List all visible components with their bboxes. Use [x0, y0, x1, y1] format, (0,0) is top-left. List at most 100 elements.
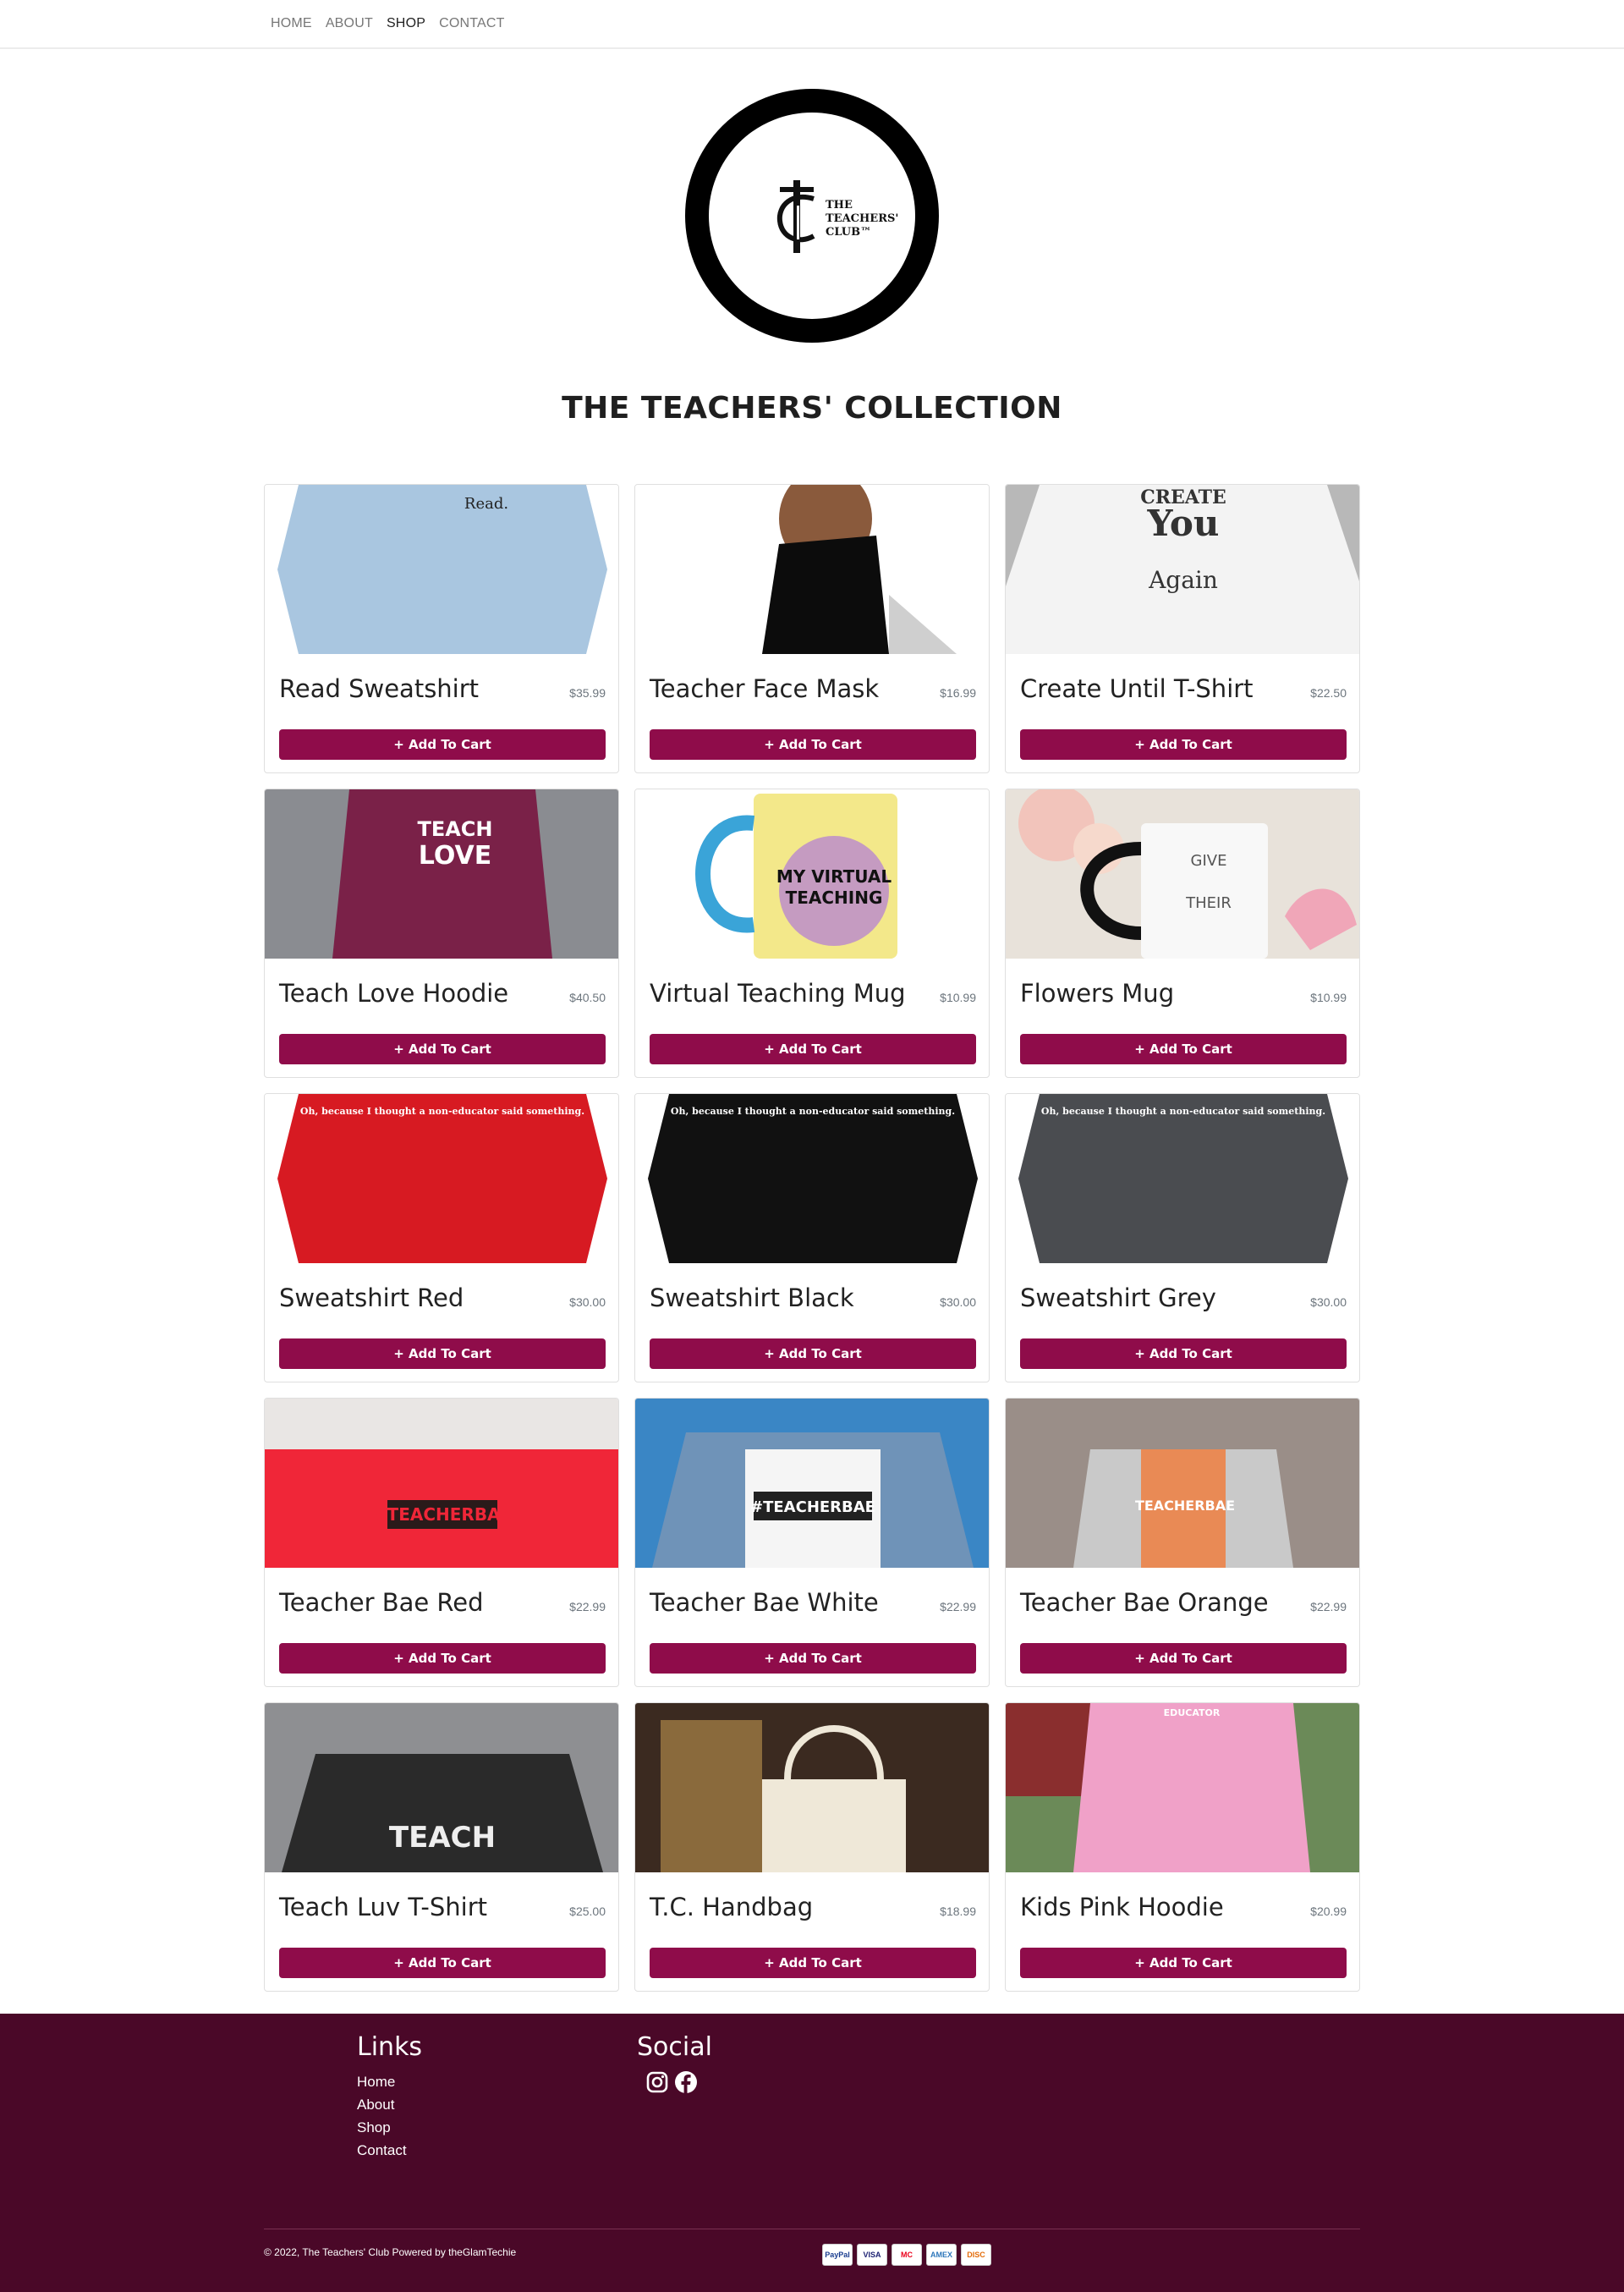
product-card: TEACH Teach Luv T-Shirt $25.00 + Add To Car…	[264, 1702, 619, 1992]
logo-text: THE TEACHERS' CLUB™	[826, 199, 898, 239]
product-image[interactable]: MY VIRTUAL TEACHING	[635, 789, 989, 959]
product-print-text: Oh, because I thought a non-educator sai…	[671, 1106, 955, 1117]
facebook-icon[interactable]	[674, 2070, 698, 2094]
nav-home-link[interactable]: HOME	[271, 16, 312, 31]
product-image[interactable]: #TEACHERBAE	[635, 1399, 989, 1568]
logo-line-3: CLUB™	[826, 226, 872, 239]
product-name[interactable]: Virtual Teaching Mug	[650, 979, 906, 1008]
product-card: Teacher Face Mask $16.99 + Add To Cart	[634, 484, 990, 773]
add-to-cart-button[interactable]: + Add To Cart	[650, 1948, 976, 1978]
logo-line-2: TEACHERS'	[826, 212, 899, 225]
nav-shop-link[interactable]: SHOP	[387, 16, 425, 31]
product-price: $22.99	[940, 1600, 976, 1613]
product-name[interactable]: Teacher Bae White	[650, 1588, 879, 1617]
product-photo: Oh, because I thought a non-educator sai…	[265, 1094, 618, 1263]
product-name[interactable]: Teacher Bae Orange	[1020, 1588, 1269, 1617]
product-photo	[635, 1703, 989, 1872]
product-image[interactable]: TEACH	[265, 1703, 618, 1872]
footer-link-shop[interactable]: Shop	[357, 2116, 422, 2139]
product-price: $35.99	[569, 686, 606, 700]
product-name[interactable]: Sweatshirt Black	[650, 1283, 854, 1312]
footer-links-heading: Links	[357, 2032, 423, 2062]
top-nav: HOME ABOUT SHOP CONTACT	[0, 0, 1624, 49]
product-price: $30.00	[940, 1295, 976, 1309]
footer-social-heading: Social	[637, 2032, 712, 2062]
product-image[interactable]: Oh, because I thought a non-educator sai…	[1006, 1094, 1359, 1263]
product-card: MY VIRTUAL TEACHING Virtual Teaching Mug $1…	[634, 789, 990, 1078]
product-name[interactable]: Teach Love Hoodie	[279, 979, 508, 1008]
add-to-cart-button[interactable]: + Add To Cart	[1020, 1338, 1347, 1369]
product-image[interactable]	[635, 485, 989, 654]
product-card: T.C. Handbag $18.99 + Add To Cart	[634, 1702, 990, 1992]
site-footer: Links Home About Shop Contact Social © 2…	[0, 2014, 1624, 2292]
product-name[interactable]: Flowers Mug	[1020, 979, 1174, 1008]
product-print-text: Read.	[464, 495, 508, 513]
product-name[interactable]: Read Sweatshirt	[279, 674, 479, 703]
product-name[interactable]: Kids Pink Hoodie	[1020, 1893, 1224, 1921]
product-photo: Oh, because I thought a non-educator sai…	[1006, 1094, 1359, 1263]
add-to-cart-button[interactable]: + Add To Cart	[650, 1338, 976, 1369]
product-price: $22.99	[569, 1600, 606, 1613]
product-image[interactable]: TEACHERBAE	[1006, 1399, 1359, 1568]
product-price: $40.50	[569, 991, 606, 1004]
product-name[interactable]: Teacher Face Mask	[650, 674, 879, 703]
product-card: Oh, because I thought a non-educator sai…	[634, 1093, 990, 1382]
product-name[interactable]: Sweatshirt Grey	[1020, 1283, 1216, 1312]
payment-visa-icon: VISA	[857, 2244, 887, 2266]
add-to-cart-button[interactable]: + Add To Cart	[1020, 1643, 1347, 1674]
product-print-text: THEIR	[1185, 894, 1232, 912]
product-image[interactable]: Oh, because I thought a non-educator sai…	[265, 1094, 618, 1263]
add-to-cart-button[interactable]: + Add To Cart	[650, 729, 976, 760]
product-photo: TEACH	[265, 1703, 618, 1872]
product-card: CREATE You Again Create Until T-Shirt $22.50…	[1005, 484, 1360, 773]
add-to-cart-button[interactable]: + Add To Cart	[1020, 1948, 1347, 1978]
nav-contact-link[interactable]: CONTACT	[439, 16, 505, 31]
add-to-cart-button[interactable]: + Add To Cart	[1020, 729, 1347, 760]
product-name[interactable]: Create Until T-Shirt	[1020, 674, 1254, 703]
payment-paypal-icon: PayPal	[822, 2244, 853, 2266]
product-card: TEACHERBAE Teacher Bae Orange $22.99 + Add …	[1005, 1398, 1360, 1687]
product-image[interactable]: EDUCATOR	[1006, 1703, 1359, 1872]
social-icons	[645, 2070, 712, 2094]
footer-copyright: © 2022, The Teachers' Club Powered by th…	[264, 2246, 517, 2258]
footer-link-contact[interactable]: Contact	[357, 2139, 422, 2162]
payment-disc-icon: DISC	[961, 2244, 991, 2266]
add-to-cart-button[interactable]: + Add To Cart	[279, 729, 606, 760]
instagram-icon[interactable]	[645, 2070, 669, 2094]
payment-icons: PayPal VISA MC AMEX DISC	[822, 2244, 991, 2266]
product-name[interactable]: Teacher Bae Red	[279, 1588, 484, 1617]
product-image[interactable]: GIVE THEIR	[1006, 789, 1359, 959]
product-print-text: MY VIRTUAL	[776, 866, 892, 887]
product-photo: #TEACHERBAE	[265, 1399, 618, 1568]
product-print-text: #TEACHERBAE	[373, 1504, 512, 1525]
product-price: $18.99	[940, 1905, 976, 1918]
product-price: $25.00	[569, 1905, 606, 1918]
add-to-cart-button[interactable]: + Add To Cart	[279, 1643, 606, 1674]
product-grid: Read. Read Sweatshirt $35.99 + Add To Cart T…	[264, 484, 1360, 1992]
product-image[interactable]: Read.	[265, 485, 618, 654]
add-to-cart-button[interactable]: + Add To Cart	[279, 1338, 606, 1369]
nav-about-link[interactable]: ABOUT	[326, 16, 373, 31]
product-image[interactable]	[635, 1703, 989, 1872]
footer-link-home[interactable]: Home	[357, 2070, 422, 2093]
product-image[interactable]: Oh, because I thought a non-educator sai…	[635, 1094, 989, 1263]
product-name[interactable]: T.C. Handbag	[650, 1893, 813, 1921]
add-to-cart-button[interactable]: + Add To Cart	[279, 1948, 606, 1978]
add-to-cart-button[interactable]: + Add To Cart	[1020, 1034, 1347, 1064]
product-print-text: Oh, because I thought a non-educator sai…	[300, 1106, 584, 1117]
product-price: $22.99	[1310, 1600, 1347, 1613]
product-image[interactable]: CREATE You Again	[1006, 485, 1359, 654]
product-image[interactable]: #TEACHERBAE	[265, 1399, 618, 1568]
product-card: #TEACHERBAE Teacher Bae Red $22.99 + Add To…	[264, 1398, 619, 1687]
product-card: Read. Read Sweatshirt $35.99 + Add To Cart	[264, 484, 619, 773]
add-to-cart-button[interactable]: + Add To Cart	[279, 1034, 606, 1064]
footer-link-about[interactable]: About	[357, 2093, 422, 2116]
footer-social-column: Social	[637, 2032, 712, 2094]
add-to-cart-button[interactable]: + Add To Cart	[650, 1643, 976, 1674]
product-name[interactable]: Teach Luv T-Shirt	[279, 1893, 487, 1921]
add-to-cart-button[interactable]: + Add To Cart	[650, 1034, 976, 1064]
product-name[interactable]: Sweatshirt Red	[279, 1283, 464, 1312]
product-card: Oh, because I thought a non-educator sai…	[264, 1093, 619, 1382]
product-image[interactable]: TEACH LOVE	[265, 789, 618, 959]
product-card: #TEACHERBAE Teacher Bae White $22.99 + Add …	[634, 1398, 990, 1687]
